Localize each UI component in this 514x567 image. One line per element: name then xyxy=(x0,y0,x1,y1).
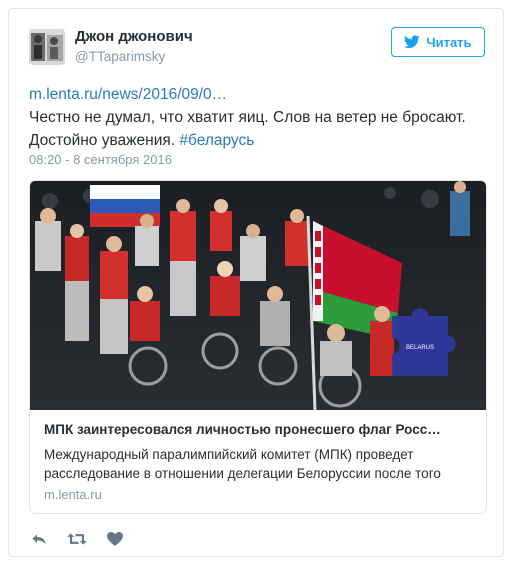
hashtag-link[interactable]: #беларусь xyxy=(179,132,254,149)
card-domain: m.lenta.ru xyxy=(44,487,102,502)
link-card[interactable]: BELARUS МПК заинтересовался личностью пр… xyxy=(29,180,487,514)
paralympics-parade-photo: BELARUS xyxy=(30,181,486,411)
image-badge-text: BELARUS xyxy=(406,345,434,351)
retweet-icon xyxy=(67,533,87,545)
author-name[interactable]: Джон джонович xyxy=(75,28,193,45)
like-button[interactable] xyxy=(105,530,125,548)
card-title[interactable]: МПК заинтересовался личностью пронесшего… xyxy=(44,421,474,439)
retweet-button[interactable] xyxy=(67,530,87,548)
reply-icon xyxy=(32,534,46,545)
twitter-bird-icon xyxy=(404,35,421,49)
avatar-image xyxy=(29,29,65,65)
tweet-actions xyxy=(29,529,125,549)
avatar[interactable] xyxy=(29,29,65,65)
author-handle[interactable]: @TTaparimsky xyxy=(75,49,165,64)
tweet-text: m.lenta.ru/news/2016/09/0… Честно не дум… xyxy=(29,83,489,152)
follow-button[interactable]: Читать xyxy=(391,27,485,57)
tweet-header: Джон джонович @TTaparimsky Читать xyxy=(9,9,503,79)
reply-button[interactable] xyxy=(29,530,49,548)
tweet-timestamp[interactable]: 08:20 - 8 сентября 2016 xyxy=(29,152,172,167)
card-body: МПК заинтересовался личностью пронесшего… xyxy=(44,421,474,504)
heart-icon xyxy=(107,532,123,546)
follow-button-label: Читать xyxy=(426,34,472,50)
tweet-link[interactable]: m.lenta.ru/news/2016/09/0… xyxy=(29,86,227,103)
card-image[interactable]: BELARUS xyxy=(30,181,486,411)
card-description: Международный паралимпийский комитет (МП… xyxy=(44,447,441,481)
tweet-card: Джон джонович @TTaparimsky Читать m.lent… xyxy=(8,8,504,557)
